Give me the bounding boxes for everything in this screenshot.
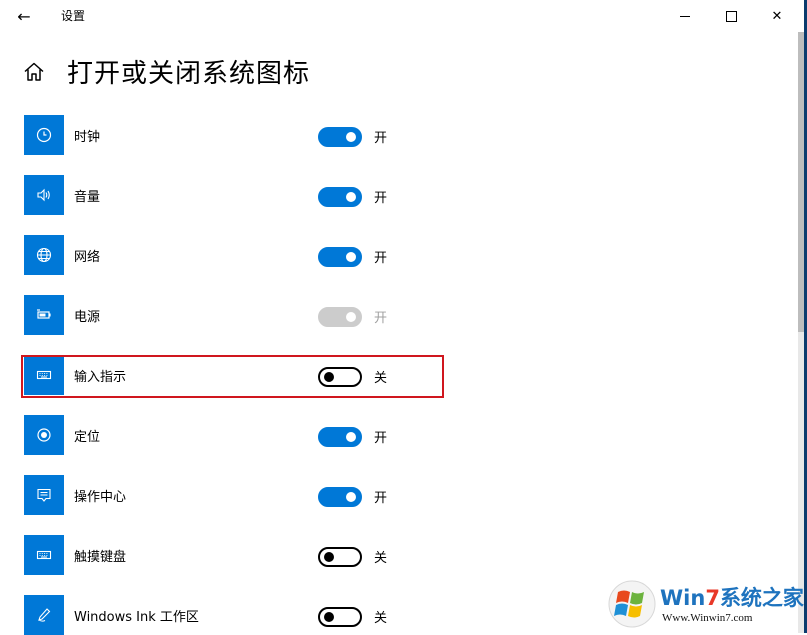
- watermark-brand-7: 7: [705, 586, 720, 610]
- setting-label: 电源: [74, 310, 101, 325]
- maximize-icon: [725, 10, 737, 22]
- window-title: 设置: [61, 9, 86, 23]
- toggle-state-label: 开: [374, 191, 388, 206]
- setting-row: 网络 开: [24, 235, 444, 275]
- watermark-url: Www.Winwin7.com: [662, 612, 753, 624]
- watermark-brand-rest: 系统之家: [719, 586, 804, 610]
- setting-label: 触摸键盘: [74, 550, 127, 565]
- close-button[interactable]: ✕: [754, 0, 800, 32]
- toggle-state-label: 开: [374, 251, 388, 266]
- toggle-knob: [346, 252, 356, 262]
- watermark-brand: Win7系统之家: [660, 582, 804, 612]
- toggle-switch[interactable]: [318, 547, 362, 567]
- battery-icon-tile: [24, 295, 64, 335]
- setting-row: 定位 开: [24, 415, 444, 455]
- keyboard-icon: [36, 550, 52, 560]
- toggle-knob: [346, 492, 356, 502]
- back-button[interactable]: ←: [10, 5, 38, 27]
- location-icon: [37, 428, 51, 442]
- clock-icon-tile: [24, 115, 64, 155]
- setting-label: Windows Ink 工作区: [74, 610, 199, 625]
- toggle-state-label: 开: [374, 131, 388, 146]
- toggle-knob: [346, 192, 356, 202]
- home-icon[interactable]: [22, 60, 46, 84]
- setting-label: 操作中心: [74, 490, 127, 505]
- title-bar: ← 设置 ✕: [0, 0, 807, 32]
- setting-row: 时钟 开: [24, 115, 444, 155]
- close-icon: ✕: [771, 8, 783, 24]
- page-title: 打开或关闭系统图标: [67, 59, 311, 89]
- volume-icon: [37, 188, 50, 202]
- pen-icon-tile: [24, 595, 64, 635]
- keyboard-icon-tile: [24, 535, 64, 575]
- toggle-switch[interactable]: [318, 247, 362, 267]
- location-icon-tile: [24, 415, 64, 455]
- toggle-switch[interactable]: [318, 187, 362, 207]
- pen-icon: [38, 608, 51, 622]
- windows-logo-icon: [608, 580, 656, 628]
- back-arrow-icon: ←: [17, 6, 31, 26]
- toggle-state-label: 关: [374, 551, 388, 566]
- toggle-state-label: 开: [374, 431, 388, 446]
- setting-label: 网络: [74, 250, 101, 265]
- toggle-state-label: 开: [374, 311, 388, 326]
- network-icon-tile: [24, 235, 64, 275]
- battery-icon: [37, 309, 51, 319]
- toggle-knob: [346, 432, 356, 442]
- setting-label: 时钟: [74, 130, 101, 145]
- setting-row: 触摸键盘 关: [24, 535, 444, 575]
- toggle-knob: [346, 132, 356, 142]
- setting-label: 定位: [74, 430, 101, 445]
- minimize-button[interactable]: [662, 0, 708, 32]
- network-icon: [36, 247, 52, 263]
- setting-row: Windows Ink 工作区 关: [24, 595, 444, 635]
- minimize-icon: [680, 15, 690, 17]
- action-center-icon-tile: [24, 475, 64, 515]
- action-center-icon: [37, 488, 51, 502]
- toggle-switch[interactable]: [318, 427, 362, 447]
- setting-label: 音量: [74, 190, 101, 205]
- toggle-state-label: 开: [374, 491, 388, 506]
- volume-icon-tile: [24, 175, 64, 215]
- toggle-switch[interactable]: [318, 607, 362, 627]
- maximize-button[interactable]: [708, 0, 754, 32]
- setting-row: 电源 开: [24, 295, 444, 335]
- toggle-switch[interactable]: [318, 487, 362, 507]
- toggle-knob: [346, 312, 356, 322]
- toggle-state-label: 关: [374, 611, 388, 626]
- watermark-brand-win: Win: [660, 586, 706, 610]
- toggle-knob: [324, 552, 334, 562]
- setting-row: 操作中心 开: [24, 475, 444, 515]
- watermark: Win7系统之家 Www.Winwin7.com: [608, 578, 804, 630]
- setting-row: 音量 开: [24, 175, 444, 215]
- toggle-switch: [318, 307, 362, 327]
- highlight-box: [21, 355, 444, 398]
- clock-icon: [36, 127, 52, 143]
- toggle-switch[interactable]: [318, 127, 362, 147]
- toggle-knob: [324, 612, 334, 622]
